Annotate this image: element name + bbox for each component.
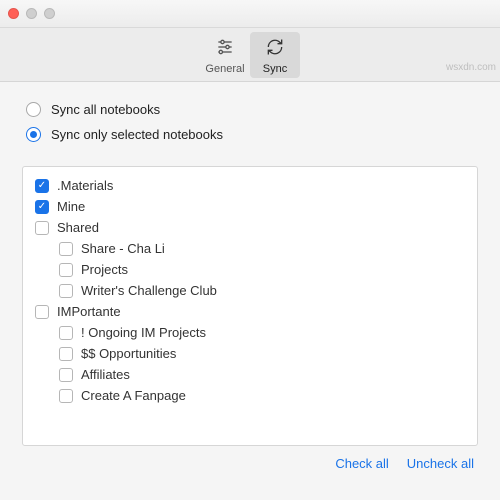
notebook-item[interactable]: Create A Fanpage	[29, 385, 471, 406]
checkbox-icon[interactable]	[59, 284, 73, 298]
window-titlebar	[0, 0, 500, 28]
notebook-item[interactable]: Affiliates	[29, 364, 471, 385]
checkbox-icon[interactable]	[35, 305, 49, 319]
checkbox-icon[interactable]	[35, 179, 49, 193]
close-window-button[interactable]	[8, 8, 19, 19]
notebook-label: IMPortante	[57, 304, 121, 319]
notebook-item[interactable]: Writer's Challenge Club	[29, 280, 471, 301]
notebook-label: Shared	[57, 220, 99, 235]
tab-label: General	[205, 63, 244, 75]
sync-selected-option[interactable]: Sync only selected notebooks	[26, 127, 478, 142]
tab-label: Sync	[263, 63, 287, 75]
notebook-item[interactable]: Shared	[29, 217, 471, 238]
checkbox-icon[interactable]	[59, 368, 73, 382]
uncheck-all-button[interactable]: Uncheck all	[407, 456, 474, 471]
notebook-label: Projects	[81, 262, 128, 277]
notebook-item[interactable]: $$ Opportunities	[29, 343, 471, 364]
sync-pane: Sync all notebooks Sync only selected no…	[0, 82, 500, 500]
notebook-label: .Materials	[57, 178, 113, 193]
check-all-button[interactable]: Check all	[335, 456, 388, 471]
notebook-label: Affiliates	[81, 367, 130, 382]
checkbox-icon[interactable]	[59, 347, 73, 361]
notebook-label: $$ Opportunities	[81, 346, 176, 361]
checkbox-icon[interactable]	[59, 263, 73, 277]
checkbox-icon[interactable]	[59, 326, 73, 340]
bulk-actions: Check all Uncheck all	[22, 446, 478, 473]
sync-icon	[265, 37, 285, 60]
preferences-toolbar: General Sync	[0, 28, 500, 82]
sync-all-option[interactable]: Sync all notebooks	[26, 102, 478, 117]
watermark: wsxdn.com	[446, 62, 496, 73]
notebook-label: Create A Fanpage	[81, 388, 186, 403]
tab-sync[interactable]: Sync	[250, 32, 300, 78]
checkbox-icon[interactable]	[35, 200, 49, 214]
checkbox-icon[interactable]	[59, 242, 73, 256]
notebook-item[interactable]: Share - Cha Li	[29, 238, 471, 259]
notebook-label: Mine	[57, 199, 85, 214]
radio-label: Sync only selected notebooks	[51, 127, 223, 142]
notebook-item[interactable]: Projects	[29, 259, 471, 280]
sync-scope-group: Sync all notebooks Sync only selected no…	[26, 102, 478, 152]
notebook-item[interactable]: IMPortante	[29, 301, 471, 322]
notebook-label: Share - Cha Li	[81, 241, 165, 256]
notebook-item[interactable]: Mine	[29, 196, 471, 217]
notebook-item[interactable]: .Materials	[29, 175, 471, 196]
window-controls	[8, 8, 55, 19]
notebook-item[interactable]: ! Ongoing IM Projects	[29, 322, 471, 343]
notebook-label: ! Ongoing IM Projects	[81, 325, 206, 340]
notebook-list[interactable]: .Materials Mine Shared Share - Cha Li Projec…	[22, 166, 478, 446]
radio-icon	[26, 102, 41, 117]
checkbox-icon[interactable]	[59, 389, 73, 403]
sliders-icon	[215, 37, 235, 60]
checkbox-icon[interactable]	[35, 221, 49, 235]
notebook-label: Writer's Challenge Club	[81, 283, 217, 298]
zoom-window-button[interactable]	[44, 8, 55, 19]
radio-label: Sync all notebooks	[51, 102, 160, 117]
minimize-window-button[interactable]	[26, 8, 37, 19]
tab-general[interactable]: General	[200, 32, 250, 78]
radio-icon	[26, 127, 41, 142]
